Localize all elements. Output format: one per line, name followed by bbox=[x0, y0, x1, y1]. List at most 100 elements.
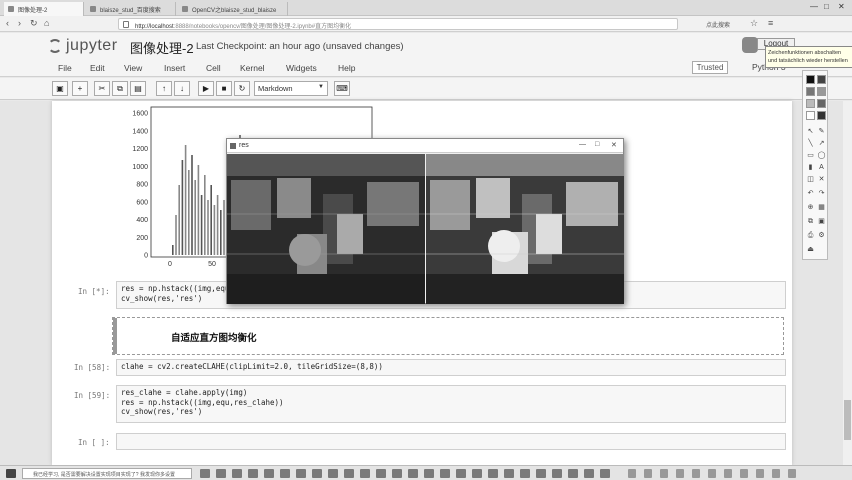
taskbar-search-input[interactable]: 我已经学习, 是否需要解决设置实现项目实现了? 我发现你多设置 bbox=[22, 468, 192, 479]
browser-tab-notebook[interactable]: 图像处理-2 bbox=[4, 2, 84, 16]
app-icon[interactable] bbox=[360, 469, 370, 478]
color-swatch[interactable] bbox=[817, 111, 826, 120]
cell-type-select[interactable]: Markdown ▼ bbox=[254, 81, 328, 96]
app-icon[interactable] bbox=[312, 469, 322, 478]
tray-icon[interactable] bbox=[740, 469, 748, 478]
app-icon[interactable] bbox=[488, 469, 498, 478]
app-icon[interactable] bbox=[376, 469, 386, 478]
notebook-title[interactable]: 图像处理-2 bbox=[130, 38, 194, 57]
zoom-icon[interactable]: ⊕ bbox=[806, 203, 815, 212]
undo-icon[interactable]: ↶ bbox=[806, 189, 815, 198]
folder-icon[interactable] bbox=[232, 469, 242, 478]
cursor-icon[interactable]: ↖ bbox=[806, 127, 815, 136]
tray-icon[interactable] bbox=[756, 469, 764, 478]
add-cell-icon[interactable]: + bbox=[72, 81, 88, 96]
start-icon[interactable] bbox=[6, 469, 16, 478]
exit-icon[interactable]: ⏏ bbox=[806, 245, 815, 254]
paste-icon[interactable]: ▤ bbox=[130, 81, 146, 96]
app-icon[interactable] bbox=[456, 469, 466, 478]
refresh-icon[interactable]: ↻ bbox=[30, 18, 38, 29]
text-icon[interactable]: A bbox=[817, 163, 826, 172]
tray-icon[interactable] bbox=[692, 469, 700, 478]
tray-icon[interactable] bbox=[772, 469, 780, 478]
image-window-titlebar[interactable]: res — □ ✕ bbox=[227, 139, 623, 153]
forward-icon[interactable]: › bbox=[18, 18, 21, 28]
color-swatch[interactable] bbox=[806, 99, 815, 108]
menu-widgets[interactable]: Widgets bbox=[286, 63, 317, 73]
color-swatch[interactable] bbox=[817, 99, 826, 108]
app-icon[interactable] bbox=[520, 469, 530, 478]
app-icon[interactable] bbox=[472, 469, 482, 478]
minimize-icon[interactable]: — bbox=[579, 141, 586, 148]
browser-tab-search[interactable]: blaisze_stud_百度搜索 bbox=[86, 2, 176, 16]
cut-icon[interactable]: ✂ bbox=[94, 81, 110, 96]
app-icon[interactable] bbox=[328, 469, 338, 478]
browser-taskbar-icon[interactable] bbox=[216, 469, 226, 478]
color-swatch[interactable] bbox=[806, 87, 815, 96]
close-icon[interactable]: ✕ bbox=[611, 141, 617, 149]
maximize-icon[interactable]: □ bbox=[595, 141, 599, 148]
move-down-icon[interactable]: ↓ bbox=[174, 81, 190, 96]
code-cell-input[interactable]: res_clahe = clahe.apply(img) res = np.hs… bbox=[116, 385, 786, 423]
tray-icon[interactable] bbox=[644, 469, 652, 478]
code-cell-input[interactable] bbox=[116, 433, 786, 450]
trusted-indicator[interactable]: Trusted bbox=[692, 61, 728, 74]
color-swatch[interactable] bbox=[817, 87, 826, 96]
minimize-icon[interactable]: — bbox=[810, 2, 818, 11]
tray-icon[interactable] bbox=[788, 469, 796, 478]
run-icon[interactable]: ▶ bbox=[198, 81, 214, 96]
eraser-icon[interactable]: ◫ bbox=[806, 175, 815, 184]
highlighter-icon[interactable]: ▮ bbox=[806, 163, 815, 172]
code-cell-input[interactable]: clahe = cv2.createCLAHE(clipLimit=2.0, t… bbox=[116, 359, 786, 376]
menu-insert[interactable]: Insert bbox=[164, 63, 185, 73]
clear-icon[interactable]: ✕ bbox=[817, 175, 826, 184]
grid-icon[interactable]: ▦ bbox=[817, 203, 826, 212]
ellipse-icon[interactable]: ◯ bbox=[817, 151, 826, 160]
markdown-cell[interactable]: 自适应直方图均衡化 bbox=[112, 317, 784, 355]
tray-icon[interactable] bbox=[660, 469, 668, 478]
arrow-icon[interactable]: ↗ bbox=[817, 139, 826, 148]
star-icon[interactable]: ☆ bbox=[750, 18, 758, 29]
menu-help[interactable]: Help bbox=[338, 63, 355, 73]
menu-icon[interactable]: ≡ bbox=[768, 18, 773, 28]
save-icon[interactable]: ▣ bbox=[52, 81, 68, 96]
copy-icon[interactable]: ⧉ bbox=[112, 81, 128, 96]
menu-edit[interactable]: Edit bbox=[90, 63, 105, 73]
color-swatch[interactable] bbox=[806, 75, 815, 84]
app-icon[interactable] bbox=[584, 469, 594, 478]
app-icon[interactable] bbox=[280, 469, 290, 478]
search-shortcut[interactable]: 点此搜索 bbox=[706, 20, 730, 29]
color-swatch[interactable] bbox=[817, 75, 826, 84]
app-icon[interactable] bbox=[440, 469, 450, 478]
browser-tab-opencv[interactable]: OpenCV之blaisze_stud_blaisze bbox=[178, 2, 288, 16]
app-icon[interactable] bbox=[600, 469, 610, 478]
copy-icon[interactable]: ⧉ bbox=[806, 217, 815, 226]
restart-icon[interactable]: ↻ bbox=[234, 81, 250, 96]
command-palette-icon[interactable]: ⌨ bbox=[334, 81, 350, 96]
menu-file[interactable]: File bbox=[58, 63, 72, 73]
settings-icon[interactable]: ⚙ bbox=[817, 231, 826, 240]
image-window[interactable]: res — □ ✕ bbox=[226, 138, 624, 304]
app-icon[interactable] bbox=[264, 469, 274, 478]
app-icon[interactable] bbox=[392, 469, 402, 478]
menu-view[interactable]: View bbox=[124, 63, 142, 73]
app-icon[interactable] bbox=[424, 469, 434, 478]
app-icon[interactable] bbox=[408, 469, 418, 478]
close-icon[interactable]: ✕ bbox=[838, 2, 845, 11]
tray-icon[interactable] bbox=[708, 469, 716, 478]
app-icon[interactable] bbox=[568, 469, 578, 478]
maximize-icon[interactable]: □ bbox=[824, 2, 829, 11]
scrollbar-thumb[interactable] bbox=[844, 400, 851, 440]
move-up-icon[interactable]: ↑ bbox=[156, 81, 172, 96]
pen-icon[interactable]: ✎ bbox=[817, 127, 826, 136]
app-icon[interactable] bbox=[552, 469, 562, 478]
app-icon[interactable] bbox=[248, 469, 258, 478]
rect-icon[interactable]: ▭ bbox=[806, 151, 815, 160]
tray-icon[interactable] bbox=[724, 469, 732, 478]
print-icon[interactable]: ⎙ bbox=[806, 231, 815, 240]
app-icon[interactable] bbox=[536, 469, 546, 478]
app-icon[interactable] bbox=[296, 469, 306, 478]
color-swatch[interactable] bbox=[806, 111, 815, 120]
app-icon[interactable] bbox=[344, 469, 354, 478]
url-input[interactable]: http://localhost:8888/notebooks/opencv/图… bbox=[118, 18, 678, 30]
